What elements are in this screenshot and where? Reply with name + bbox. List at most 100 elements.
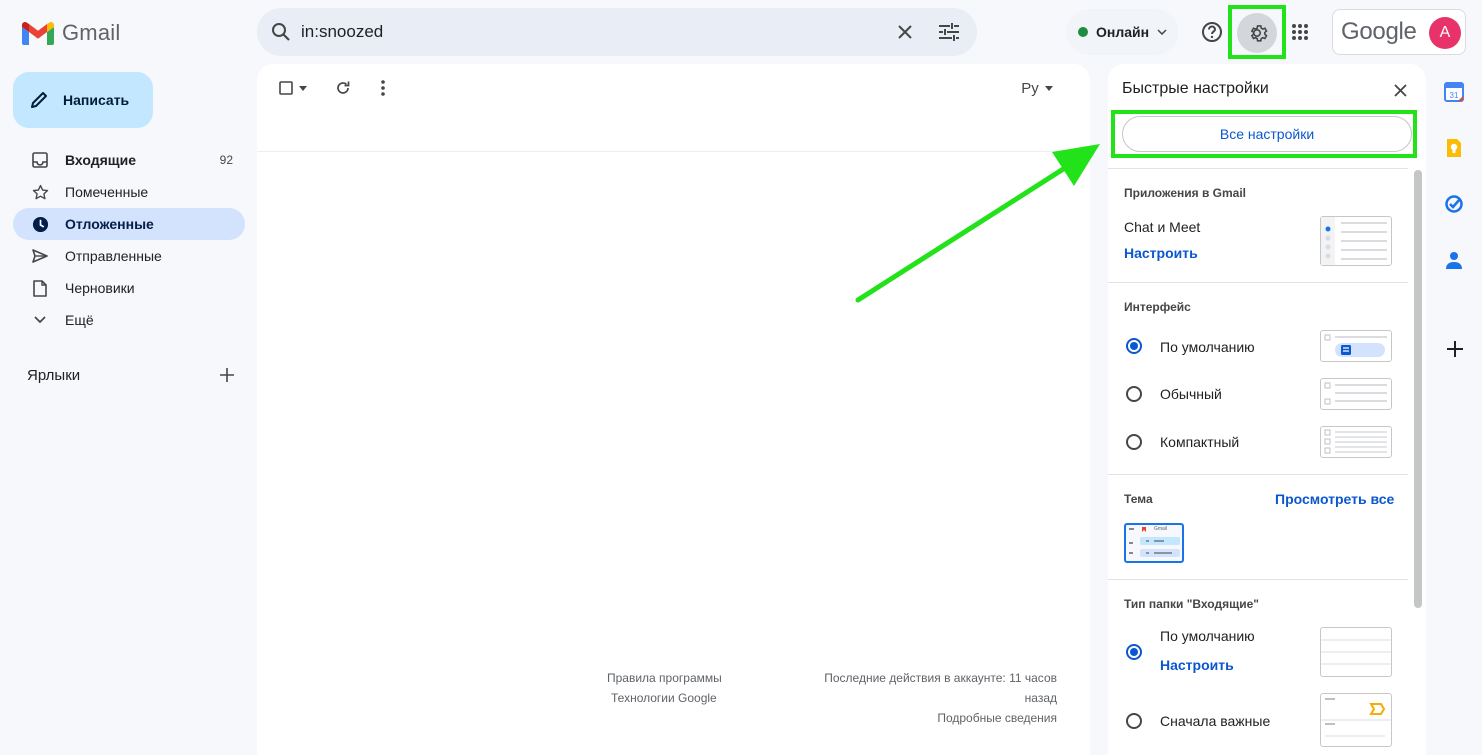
clear-search-icon[interactable] [893,20,917,44]
density-section-title: Интерфейс [1124,300,1191,314]
search-input[interactable] [301,19,861,45]
pencil-icon [31,92,47,108]
select-all-checkbox[interactable] [275,76,311,100]
theme-preview[interactable]: Gmail [1124,523,1184,563]
contacts-app-button[interactable] [1440,246,1468,274]
input-tools-label: Ру [1021,79,1039,97]
close-quick-settings-button[interactable] [1388,78,1412,102]
tasks-app-button[interactable] [1440,190,1468,218]
gmail-m-icon [22,21,54,45]
inbox-default-preview [1320,627,1392,677]
toolbar: Ру [257,64,1090,152]
search-bar [257,8,977,56]
apps-button[interactable] [1280,12,1320,52]
divider [1108,168,1408,169]
density-default-label: По умолчанию [1160,339,1255,355]
help-button[interactable] [1192,12,1232,52]
divider [1108,474,1408,475]
footer-tech-link[interactable]: Технологии Google [611,688,717,708]
caret-down-icon [1044,85,1053,91]
density-comfortable-label: Обычный [1160,386,1222,402]
sidebar-item-more[interactable]: Ещё [13,304,245,336]
get-addons-button[interactable] [1441,335,1469,363]
gmail-logo[interactable]: Gmail [22,18,120,48]
sidebar-item-label: Черновики [65,280,135,296]
footer-terms-link[interactable]: Правила программы [607,668,722,688]
configure-inbox-link[interactable]: Настроить [1160,657,1234,673]
footer-activity-text-2: назад [1024,691,1057,705]
divider [1108,282,1408,283]
quick-settings-panel: Быстрые настройки Все настройки Приложен… [1108,64,1426,755]
density-compact-preview [1320,426,1392,458]
inbox-important-label: Сначала важные [1160,713,1271,729]
calendar-app-button[interactable]: 31 [1440,78,1468,106]
add-label-button[interactable] [215,363,239,387]
sidebar-item-starred[interactable]: Помеченные [13,176,245,208]
keep-app-button[interactable] [1440,134,1468,162]
sidebar-item-inbox[interactable]: Входящие 92 [13,144,245,176]
compose-label: Написать [63,92,130,108]
inbox-default-label: По умолчанию [1160,628,1255,644]
inbox-type-section-title: Тип папки "Входящие" [1124,597,1259,611]
density-compact-label: Компактный [1160,434,1240,450]
configure-chat-link[interactable]: Настроить [1124,245,1198,261]
sidebar-item-label: Отложенные [65,216,154,232]
svg-text:31: 31 [1450,91,1459,100]
plus-icon [1447,341,1463,357]
unread-count-badge: 92 [219,153,233,167]
sidebar-item-snoozed[interactable]: Отложенные [13,208,245,240]
search-options-icon[interactable] [937,20,961,44]
density-compact-radio[interactable] [1126,434,1142,450]
lightbulb-icon [1447,139,1461,157]
footer-details-link[interactable]: Подробные сведения [937,708,1057,728]
view-all-themes-link[interactable]: Просмотреть все [1275,491,1394,507]
close-icon [1393,83,1407,97]
apps-section-title: Приложения в Gmail [1124,186,1247,200]
all-settings-highlight-box [1111,110,1417,158]
message-list-panel: Ру Правила программы Технологии Google П… [257,64,1090,755]
quick-settings-title: Быстрые настройки [1122,80,1269,97]
density-default-preview [1320,330,1392,362]
status-label: Онлайн [1096,24,1150,40]
refresh-button[interactable] [331,76,355,100]
clock-icon [31,215,49,233]
inbox-important-preview [1320,693,1392,747]
labels-title: Ярлыки [27,366,81,384]
footer-activity-text: Последние действия в аккаунте: 11 часов [824,671,1057,685]
density-default-radio[interactable] [1126,338,1142,354]
divider [1108,579,1408,580]
chevron-down-icon [31,311,49,329]
status-dot-icon [1078,27,1088,37]
labels-header: Ярлыки [27,364,239,386]
input-tools-button[interactable]: Ру [1017,76,1057,100]
quick-settings-scrollbar[interactable] [1414,170,1422,608]
status-dropdown[interactable]: Онлайн [1066,9,1178,55]
help-icon [1202,22,1222,42]
sidebar-item-label: Помеченные [65,184,149,200]
contacts-person-icon [1446,252,1462,269]
theme-section-title: Тема [1124,492,1153,506]
search-icon[interactable] [269,20,293,44]
star-icon [31,183,49,201]
draft-file-icon [31,279,49,297]
sidebar-item-label: Входящие [65,152,136,168]
inbox-icon [31,151,49,169]
inbox-important-radio[interactable] [1126,713,1142,729]
avatar[interactable]: A [1429,17,1461,49]
density-comfortable-preview [1320,378,1392,410]
plus-icon [220,368,234,382]
send-icon [31,247,49,265]
google-logo: Google [1341,18,1417,45]
more-options-button[interactable] [371,76,395,100]
density-comfortable-radio[interactable] [1126,386,1142,402]
sidebar-item-sent[interactable]: Отправленные [13,240,245,272]
inbox-default-radio[interactable] [1126,644,1142,660]
tasks-check-icon [1445,195,1463,213]
settings-highlight-box [1228,5,1286,59]
apps-grid-icon [1292,24,1308,40]
caret-down-icon [299,85,307,91]
account-switcher[interactable]: Google A [1332,9,1466,55]
compose-button[interactable]: Написать [13,72,153,128]
sidebar-item-drafts[interactable]: Черновики [13,272,245,304]
refresh-icon [337,81,350,94]
